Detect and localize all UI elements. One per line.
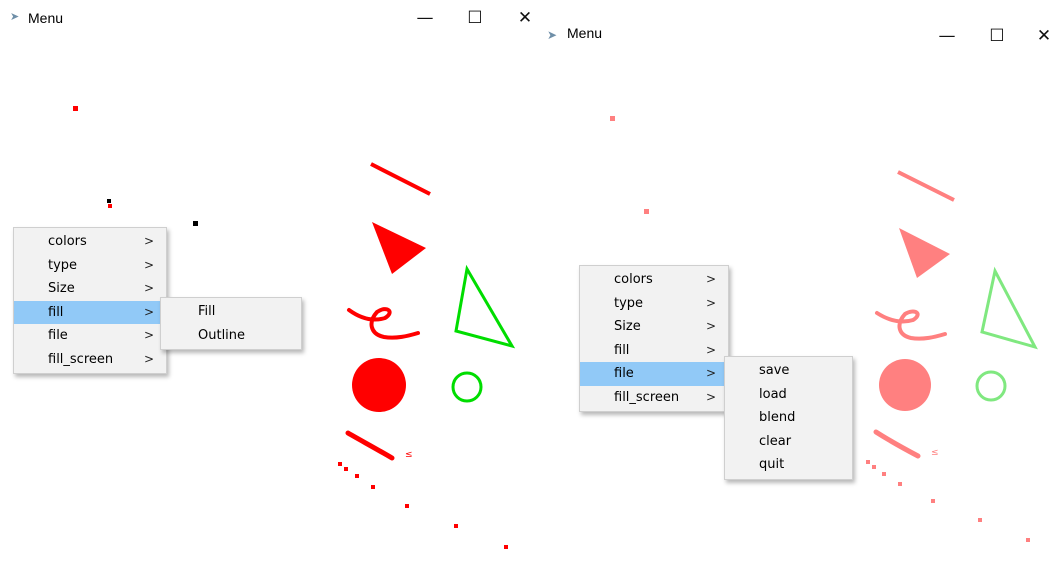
- submenu-item-clear[interactable]: clear: [725, 430, 852, 454]
- menu-item-type[interactable]: type >: [14, 254, 166, 278]
- paint-dot: [405, 504, 409, 508]
- submenu-item-fill[interactable]: Fill: [161, 300, 301, 324]
- paint-dot: [454, 524, 458, 528]
- submenu-item-quit[interactable]: quit: [725, 453, 852, 477]
- menu-item-label: file: [48, 328, 68, 343]
- chevron-right-icon: >: [705, 389, 716, 404]
- paint-dot: [355, 474, 359, 478]
- paint-dot: [371, 485, 375, 489]
- menu-item-fill[interactable]: fill >: [14, 300, 166, 324]
- submenu-item-blend[interactable]: blend: [725, 406, 852, 430]
- green-circle-outline: [975, 370, 1007, 402]
- scribble-label: ≤: [931, 448, 939, 458]
- menu-item-label: Size: [614, 319, 641, 334]
- menu-item-colors[interactable]: colors >: [14, 230, 166, 254]
- pink-filled-circle: [879, 359, 931, 411]
- chevron-right-icon: >: [143, 281, 154, 295]
- green-triangle-outline: [980, 266, 1038, 350]
- paint-dot: [978, 518, 982, 522]
- paint-dot: [866, 460, 870, 464]
- scribble-label: ≤: [405, 450, 413, 460]
- chevron-right-icon: >: [143, 328, 154, 342]
- menu-item-file[interactable]: file >: [580, 362, 728, 386]
- chevron-right-icon: >: [143, 351, 154, 366]
- menu-item-fill[interactable]: fill >: [580, 339, 728, 363]
- paint-dot: [872, 465, 876, 469]
- fill-submenu: Fill Outline: [160, 297, 302, 350]
- left-window: ➤ Menu — ☐ ✕ ≤ colors > type > Size > fill >…: [0, 0, 540, 576]
- paint-dot: [898, 482, 902, 486]
- paint-dot: [107, 199, 111, 203]
- paint-dot: [338, 462, 342, 466]
- menu-item-colors[interactable]: colors >: [580, 268, 728, 292]
- menu-item-fill-screen[interactable]: fill_screen >: [580, 386, 728, 410]
- red-filled-circle: [352, 358, 406, 412]
- paint-dot: [108, 204, 112, 208]
- red-filled-triangle: [372, 222, 426, 274]
- chevron-right-icon: >: [705, 342, 716, 357]
- paint-dot: [882, 472, 886, 476]
- chevron-right-icon: >: [143, 257, 154, 272]
- red-brush-stroke: [345, 430, 395, 461]
- menu-item-label: Size: [48, 281, 75, 296]
- menu-item-label: colors: [48, 234, 87, 249]
- pink-filled-triangle: [899, 228, 950, 278]
- chevron-right-icon: >: [705, 295, 716, 310]
- submenu-item-outline[interactable]: Outline: [161, 324, 301, 348]
- chevron-right-icon: >: [705, 366, 716, 380]
- pink-line-shape: [897, 170, 955, 202]
- file-submenu: save load blend clear quit: [724, 356, 853, 480]
- paint-dot: [193, 221, 198, 226]
- menu-item-label: file: [614, 366, 634, 381]
- paint-dot: [344, 467, 348, 471]
- red-scribble: [347, 307, 420, 340]
- context-menu: colors > type > Size > fill > file > fill_scr…: [579, 265, 729, 412]
- menu-item-label: fill_screen: [614, 389, 680, 405]
- paint-dot: [73, 106, 78, 111]
- paint-dot: [504, 545, 508, 549]
- menu-item-label: fill_screen: [48, 351, 114, 367]
- submenu-item-save[interactable]: save: [725, 359, 852, 383]
- chevron-right-icon: >: [143, 234, 154, 248]
- menu-item-size[interactable]: Size >: [14, 277, 166, 301]
- chevron-right-icon: >: [705, 272, 716, 286]
- menu-item-fill-screen[interactable]: fill_screen >: [14, 348, 166, 372]
- pink-scribble: [875, 309, 947, 341]
- menu-item-size[interactable]: Size >: [580, 315, 728, 339]
- pink-brush-stroke: [873, 429, 921, 459]
- context-menu: colors > type > Size > fill > file > fill_scr…: [13, 227, 167, 374]
- chevron-right-icon: >: [143, 304, 154, 319]
- menu-item-label: colors: [614, 272, 653, 287]
- paint-dot: [931, 499, 935, 503]
- red-line-shape: [370, 162, 431, 196]
- paint-dot: [610, 116, 615, 121]
- menu-item-label: type: [614, 295, 644, 311]
- menu-item-label: type: [48, 257, 78, 273]
- right-window: ➤ Menu — ☐ ✕ ≤ colors > type > Size > fill >…: [537, 14, 1051, 576]
- menu-item-type[interactable]: type >: [580, 292, 728, 316]
- paint-dot: [644, 209, 649, 214]
- green-circle-outline: [451, 371, 483, 403]
- menu-item-label: fill: [614, 342, 630, 358]
- green-triangle-outline: [454, 264, 516, 349]
- submenu-item-load[interactable]: load: [725, 383, 852, 407]
- menu-item-label: fill: [48, 304, 64, 320]
- paint-dot: [1026, 538, 1030, 542]
- menu-item-file[interactable]: file >: [14, 324, 166, 348]
- chevron-right-icon: >: [705, 319, 716, 333]
